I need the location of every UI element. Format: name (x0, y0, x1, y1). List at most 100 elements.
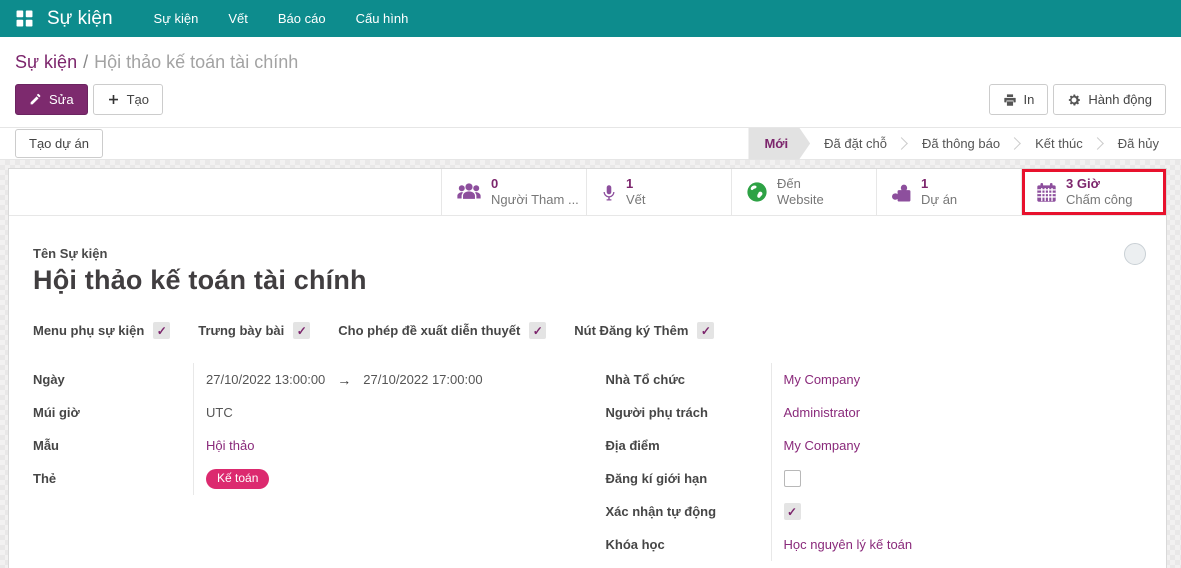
template-link[interactable]: Hội thảo (206, 438, 254, 453)
field-responsible: Người phụ trách Administrator (606, 396, 1149, 429)
status-new[interactable]: Mới (748, 128, 810, 160)
status-pipeline: Mới Đã đặt chỗ Đã thông báo Kết thúc Đã … (748, 128, 1181, 159)
toggle-label: Menu phụ sự kiện (33, 323, 144, 338)
status-announced[interactable]: Đã thông báo (908, 128, 1014, 160)
toggle-row: Menu phụ sự kiện Trưng bày bài Cho phép … (33, 322, 1148, 339)
pencil-icon (29, 93, 42, 106)
stat-button-row: 0 Người Tham ... 1 Vết Đến Website (9, 169, 1166, 216)
field-timezone: Múi giờ UTC (33, 396, 576, 429)
field-label: Đăng kí giới hạn (606, 471, 771, 486)
stat-button-timesheet[interactable]: 3 Giờ Chấm công (1021, 169, 1166, 215)
toggle-label: Nút Đăng ký Thêm (574, 323, 688, 338)
gear-icon (1067, 93, 1081, 107)
responsible-link[interactable]: Administrator (784, 405, 861, 420)
field-registration-limit: Đăng kí giới hạn (606, 462, 1149, 495)
action-button-label: Hành động (1088, 92, 1152, 107)
users-icon (456, 181, 482, 203)
field-autoconfirm: Xác nhận tự động (606, 495, 1149, 528)
stat-button-website[interactable]: Đến Website (731, 169, 876, 215)
field-label: Địa điểm (606, 438, 771, 453)
checkbox-register-button[interactable] (697, 322, 714, 339)
event-title: Hội thảo kế toán tài chính (33, 265, 1148, 296)
top-navbar: Sự kiện Sự kiện Vết Báo cáo Cấu hình (0, 0, 1181, 37)
edit-button-label: Sửa (49, 92, 74, 107)
field-label: Khóa học (606, 537, 771, 552)
field-label: Nhà Tổ chức (606, 372, 771, 387)
stat-label: Dự án (921, 192, 957, 208)
nav-menu-reports[interactable]: Báo cáo (263, 0, 341, 37)
course-link[interactable]: Học nguyên lý kế toán (784, 537, 913, 552)
timezone-value: UTC (206, 405, 233, 420)
field-date: Ngày 27/10/2022 13:00:00 → 27/10/2022 17… (33, 363, 576, 396)
app-name[interactable]: Sự kiện (47, 8, 113, 30)
microphone-icon (601, 181, 617, 204)
field-grid: Ngày 27/10/2022 13:00:00 → 27/10/2022 17… (33, 363, 1148, 561)
breadcrumb: Sự kiện/Hội thảo kế toán tài chính (15, 49, 1166, 75)
date-end-value: 27/10/2022 17:00:00 (363, 372, 482, 387)
nav-menu-tracks[interactable]: Vết (213, 0, 263, 37)
stat-button-tracks[interactable]: 1 Vết (586, 169, 731, 215)
button-row: Sửa Tạo In Hành động (15, 84, 1166, 115)
plus-icon (107, 93, 120, 106)
status-cancelled[interactable]: Đã hủy (1104, 128, 1173, 160)
field-group-left: Ngày 27/10/2022 13:00:00 → 27/10/2022 17… (33, 363, 576, 561)
statusbar: Tạo dự án Mới Đã đặt chỗ Đã thông báo Kế… (0, 127, 1181, 160)
field-venue: Địa điểm My Company (606, 429, 1149, 462)
breadcrumb-separator: / (83, 52, 88, 72)
tag-pill: Kế toán (206, 469, 269, 489)
event-name-label: Tên Sự kiện (33, 246, 1148, 261)
globe-icon (746, 181, 768, 203)
print-button-label: In (1024, 92, 1035, 107)
stat-value: 3 Giờ (1066, 176, 1132, 192)
print-button[interactable]: In (989, 84, 1049, 115)
status-ended[interactable]: Kết thúc (1021, 128, 1097, 160)
control-panel: Sự kiện/Hội thảo kế toán tài chính Sửa T… (0, 37, 1181, 127)
puzzle-icon (891, 182, 912, 203)
form-sheet: 0 Người Tham ... 1 Vết Đến Website (8, 168, 1167, 568)
field-label: Xác nhận tự động (606, 504, 771, 519)
event-image-placeholder (1124, 243, 1146, 265)
stat-value: 1 (921, 176, 957, 192)
checkbox-autoconfirm[interactable] (784, 503, 801, 520)
toggle-exhibitors: Trưng bày bài (198, 322, 310, 339)
stat-label: Website (777, 192, 824, 208)
right-buttons: In Hành động (989, 84, 1166, 115)
left-buttons: Sửa Tạo (15, 84, 163, 115)
stat-value: 0 (491, 176, 579, 192)
stat-label: Vết (626, 192, 646, 208)
action-button[interactable]: Hành động (1053, 84, 1166, 115)
printer-icon (1003, 93, 1017, 107)
stat-value: Đến (777, 176, 824, 192)
status-booked[interactable]: Đã đặt chỗ (810, 128, 901, 160)
toggle-label: Trưng bày bài (198, 323, 284, 338)
toggle-label: Cho phép đề xuất diễn thuyết (338, 323, 520, 338)
edit-button[interactable]: Sửa (15, 84, 88, 115)
arrow-right-icon: → (337, 372, 351, 388)
create-button-label: Tạo (127, 92, 149, 107)
create-project-button[interactable]: Tạo dự án (15, 129, 103, 158)
field-label: Ngày (33, 372, 193, 387)
nav-menu-events[interactable]: Sự kiện (139, 0, 214, 37)
field-course: Khóa học Học nguyên lý kế toán (606, 528, 1149, 561)
field-label: Thẻ (33, 471, 193, 486)
checkbox-exhibitors[interactable] (293, 322, 310, 339)
stat-button-attendees[interactable]: 0 Người Tham ... (441, 169, 586, 215)
toggle-track-proposals: Cho phép đề xuất diễn thuyết (338, 322, 546, 339)
checkbox-track-proposals[interactable] (529, 322, 546, 339)
create-button[interactable]: Tạo (93, 84, 163, 115)
nav-menu-configuration[interactable]: Cấu hình (341, 0, 424, 37)
checkbox-registration-limit[interactable] (784, 470, 801, 487)
field-label: Người phụ trách (606, 405, 771, 420)
organizer-link[interactable]: My Company (784, 372, 861, 387)
stat-button-project[interactable]: 1 Dự án (876, 169, 1021, 215)
field-organizer: Nhà Tổ chức My Company (606, 363, 1149, 396)
field-template: Mẫu Hội thảo (33, 429, 576, 462)
stat-label: Chấm công (1066, 192, 1132, 208)
checkbox-event-submenu[interactable] (153, 322, 170, 339)
breadcrumb-parent[interactable]: Sự kiện (15, 52, 77, 72)
field-label: Mẫu (33, 438, 193, 453)
venue-link[interactable]: My Company (784, 438, 861, 453)
stat-label: Người Tham ... (491, 192, 579, 208)
apps-grid-icon[interactable] (16, 10, 33, 27)
date-start-value: 27/10/2022 13:00:00 (206, 372, 325, 387)
